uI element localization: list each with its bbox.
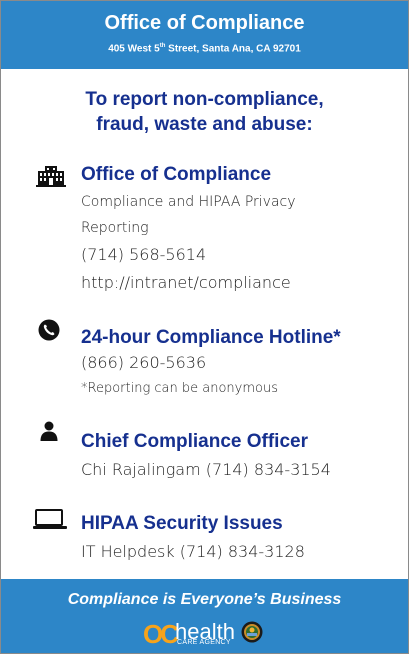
building-icon (36, 166, 66, 187)
county-seal-icon (241, 621, 263, 643)
helpdesk-contact: IT Helpdesk (714) 834-3128 (81, 542, 305, 561)
phone-number: (714) 568-5614 (81, 245, 207, 264)
person-icon (40, 421, 58, 441)
phone-icon (38, 319, 60, 341)
logo-agency: CARE AGENCY (177, 639, 231, 646)
oc-health-logo: OC health CARE AGENCY (1, 619, 408, 649)
intro-line-1: To report non-compliance, (85, 89, 324, 110)
section-title: HIPAA Security Issues (81, 513, 283, 534)
intro-line-2: fraud, waste and abuse: (96, 114, 313, 135)
section-title: Office of Compliance (81, 164, 272, 185)
intranet-link[interactable]: http://intranet/compliance (81, 273, 291, 292)
header-title: Office of Compliance (104, 12, 305, 34)
section-note: *Reporting can be anonymous (81, 381, 278, 396)
compliance-card: Office of Compliance 405 West 5th Street… (0, 0, 409, 654)
header-banner: Office of Compliance 405 West 5th Street… (1, 1, 408, 69)
monitor-icon (33, 509, 67, 529)
logo-oc: OC (143, 619, 179, 649)
section-line: Compliance and HIPAA Privacy (81, 194, 296, 210)
section-title: Chief Compliance Officer (81, 431, 308, 452)
phone-number: (866) 260-5636 (81, 353, 207, 372)
footer-banner: Compliance is Everyone’s Business OC hea… (1, 579, 408, 653)
officer-contact: Chi Rajalingam (714) 834-3154 (81, 460, 331, 479)
header-address: 405 West 5th Street, Santa Ana, CA 92701 (108, 43, 301, 55)
section-title: 24-hour Compliance Hotline* (81, 327, 341, 348)
section-line: Reporting (81, 220, 149, 236)
intro-heading: To report non-compliance, fraud, waste a… (1, 87, 408, 137)
footer-tagline: Compliance is Everyone’s Business (67, 591, 342, 608)
